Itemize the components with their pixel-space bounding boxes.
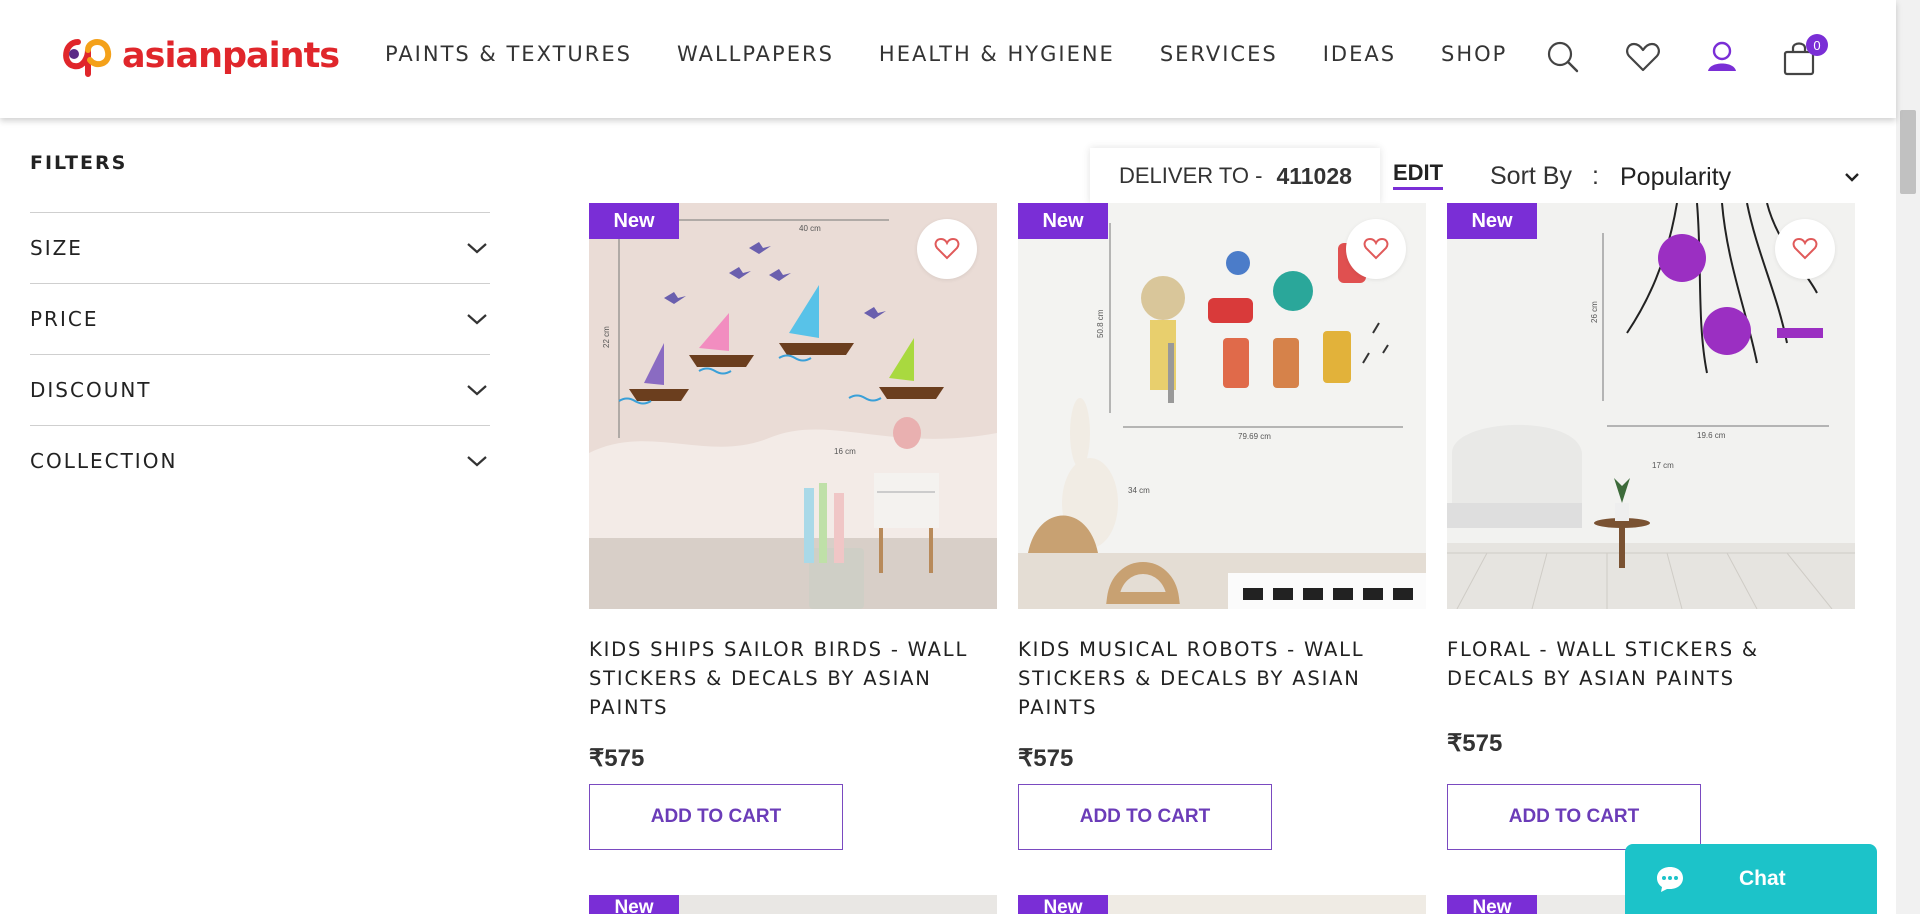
main-nav: PAINTS & TEXTURES WALLPAPERS HEALTH & HY… bbox=[385, 42, 1507, 66]
sort-by-label: Sort By bbox=[1490, 162, 1572, 190]
dimension-label: 34 cm bbox=[1128, 486, 1150, 495]
sort-dropdown[interactable]: Popularity bbox=[1620, 158, 1860, 196]
dimension-label: 17 cm bbox=[1652, 461, 1674, 470]
sort-value: Popularity bbox=[1620, 162, 1732, 191]
product-image[interactable]: 50.8 cm 79.69 cm 34 cm New bbox=[1018, 203, 1426, 609]
dimension-label: 22 cm bbox=[602, 326, 611, 348]
site-header: asianpaints PAINTS & TEXTURES WALLPAPERS… bbox=[0, 0, 1896, 118]
delivery-pincode: 411028 bbox=[1276, 162, 1352, 189]
chevron-down-icon bbox=[467, 385, 487, 396]
filter-size[interactable]: SIZE bbox=[30, 212, 490, 283]
filter-discount[interactable]: DISCOUNT bbox=[30, 354, 490, 425]
filters-title: FILTERS bbox=[30, 152, 128, 174]
new-badge: New bbox=[589, 895, 679, 914]
deliver-to-label: DELIVER TO - bbox=[1119, 163, 1263, 188]
chat-bubble-icon bbox=[1657, 867, 1683, 892]
new-badge: New bbox=[1018, 895, 1108, 914]
dimension-label: 79.69 cm bbox=[1238, 432, 1271, 441]
filter-collection[interactable]: COLLECTION bbox=[30, 425, 490, 496]
product-card-partial[interactable]: New bbox=[1018, 895, 1426, 914]
edit-pincode-link[interactable]: EDIT bbox=[1393, 160, 1444, 190]
wishlist-icon[interactable] bbox=[1625, 40, 1661, 76]
deliver-to-box: DELIVER TO - 411028 bbox=[1090, 148, 1380, 204]
filter-label: COLLECTION bbox=[30, 449, 178, 473]
cart-count-badge: 0 bbox=[1806, 34, 1828, 56]
new-badge: New bbox=[1018, 203, 1108, 239]
filter-price[interactable]: PRICE bbox=[30, 283, 490, 354]
heart-icon bbox=[1792, 237, 1818, 260]
heart-icon bbox=[934, 237, 960, 260]
new-badge: New bbox=[589, 203, 679, 239]
nav-wallpapers[interactable]: WALLPAPERS bbox=[677, 42, 834, 66]
product-title[interactable]: FLORAL - WALL STICKERS & DECALS BY ASIAN… bbox=[1447, 635, 1855, 693]
add-to-cart-button[interactable]: ADD TO CART bbox=[1447, 784, 1701, 850]
new-badge: New bbox=[1447, 895, 1537, 914]
chevron-down-icon bbox=[467, 314, 487, 325]
product-card: 40 cm 22 cm 16 cm New KIDS SHIPS SAILOR bbox=[589, 203, 997, 850]
filter-label: PRICE bbox=[30, 307, 99, 331]
wishlist-button[interactable] bbox=[1775, 219, 1835, 279]
filter-label: SIZE bbox=[30, 236, 83, 260]
product-card: 50.8 cm 79.69 cm 34 cm New KIDS MUSICAL … bbox=[1018, 203, 1426, 850]
product-price: ₹575 bbox=[1447, 730, 1503, 757]
logo[interactable]: asianpaints bbox=[58, 30, 340, 82]
product-price: ₹575 bbox=[589, 745, 645, 772]
sort-separator: : bbox=[1592, 162, 1599, 190]
nav-services[interactable]: SERVICES bbox=[1160, 42, 1278, 66]
nav-ideas[interactable]: IDEAS bbox=[1323, 42, 1396, 66]
filter-list: SIZE PRICE DISCOUNT COLLECTION bbox=[30, 212, 490, 496]
product-price: ₹575 bbox=[1018, 745, 1074, 772]
product-title[interactable]: KIDS MUSICAL ROBOTS - WALL STICKERS & DE… bbox=[1018, 635, 1426, 722]
dimension-label: 19.6 cm bbox=[1697, 431, 1726, 440]
dimension-label: 50.8 cm bbox=[1096, 309, 1105, 338]
cart-icon[interactable]: 0 bbox=[1782, 34, 1828, 76]
dimension-label: 16 cm bbox=[834, 447, 856, 456]
wishlist-button[interactable] bbox=[1346, 219, 1406, 279]
product-image[interactable]: 26 cm 19.6 cm 17 cm New bbox=[1447, 203, 1855, 609]
chevron-down-icon bbox=[467, 243, 487, 254]
dimension-label: 40 cm bbox=[799, 224, 821, 233]
page-scrollbar[interactable] bbox=[1896, 0, 1920, 914]
dimension-label: 26 cm bbox=[1590, 301, 1599, 323]
logo-mark-icon bbox=[63, 39, 112, 77]
search-icon[interactable] bbox=[1546, 40, 1582, 76]
nav-paints-textures[interactable]: PAINTS & TEXTURES bbox=[385, 42, 632, 66]
product-card-partial[interactable]: New bbox=[589, 895, 997, 914]
logo-text: asianpaints bbox=[122, 36, 340, 76]
page: asianpaints PAINTS & TEXTURES WALLPAPERS… bbox=[0, 0, 1920, 914]
nav-health-hygiene[interactable]: HEALTH & HYGIENE bbox=[879, 42, 1115, 66]
filter-label: DISCOUNT bbox=[30, 378, 152, 402]
product-card: 26 cm 19.6 cm 17 cm New FLORAL - WALL ST… bbox=[1447, 203, 1855, 850]
chat-label: Chat bbox=[1739, 867, 1786, 890]
user-icon[interactable] bbox=[1705, 40, 1741, 76]
scrollbar-thumb[interactable] bbox=[1900, 110, 1916, 194]
chevron-down-icon bbox=[467, 456, 487, 467]
product-image[interactable]: 40 cm 22 cm 16 cm New bbox=[589, 203, 997, 609]
nav-shop[interactable]: SHOP bbox=[1441, 42, 1507, 66]
chat-button[interactable]: Chat bbox=[1625, 844, 1877, 914]
add-to-cart-button[interactable]: ADD TO CART bbox=[1018, 784, 1272, 850]
wishlist-button[interactable] bbox=[917, 219, 977, 279]
heart-icon bbox=[1363, 237, 1389, 260]
chevron-down-icon bbox=[1845, 173, 1859, 182]
add-to-cart-button[interactable]: ADD TO CART bbox=[589, 784, 843, 850]
product-title[interactable]: KIDS SHIPS SAILOR BIRDS - WALL STICKERS … bbox=[589, 635, 997, 722]
new-badge: New bbox=[1447, 203, 1537, 239]
